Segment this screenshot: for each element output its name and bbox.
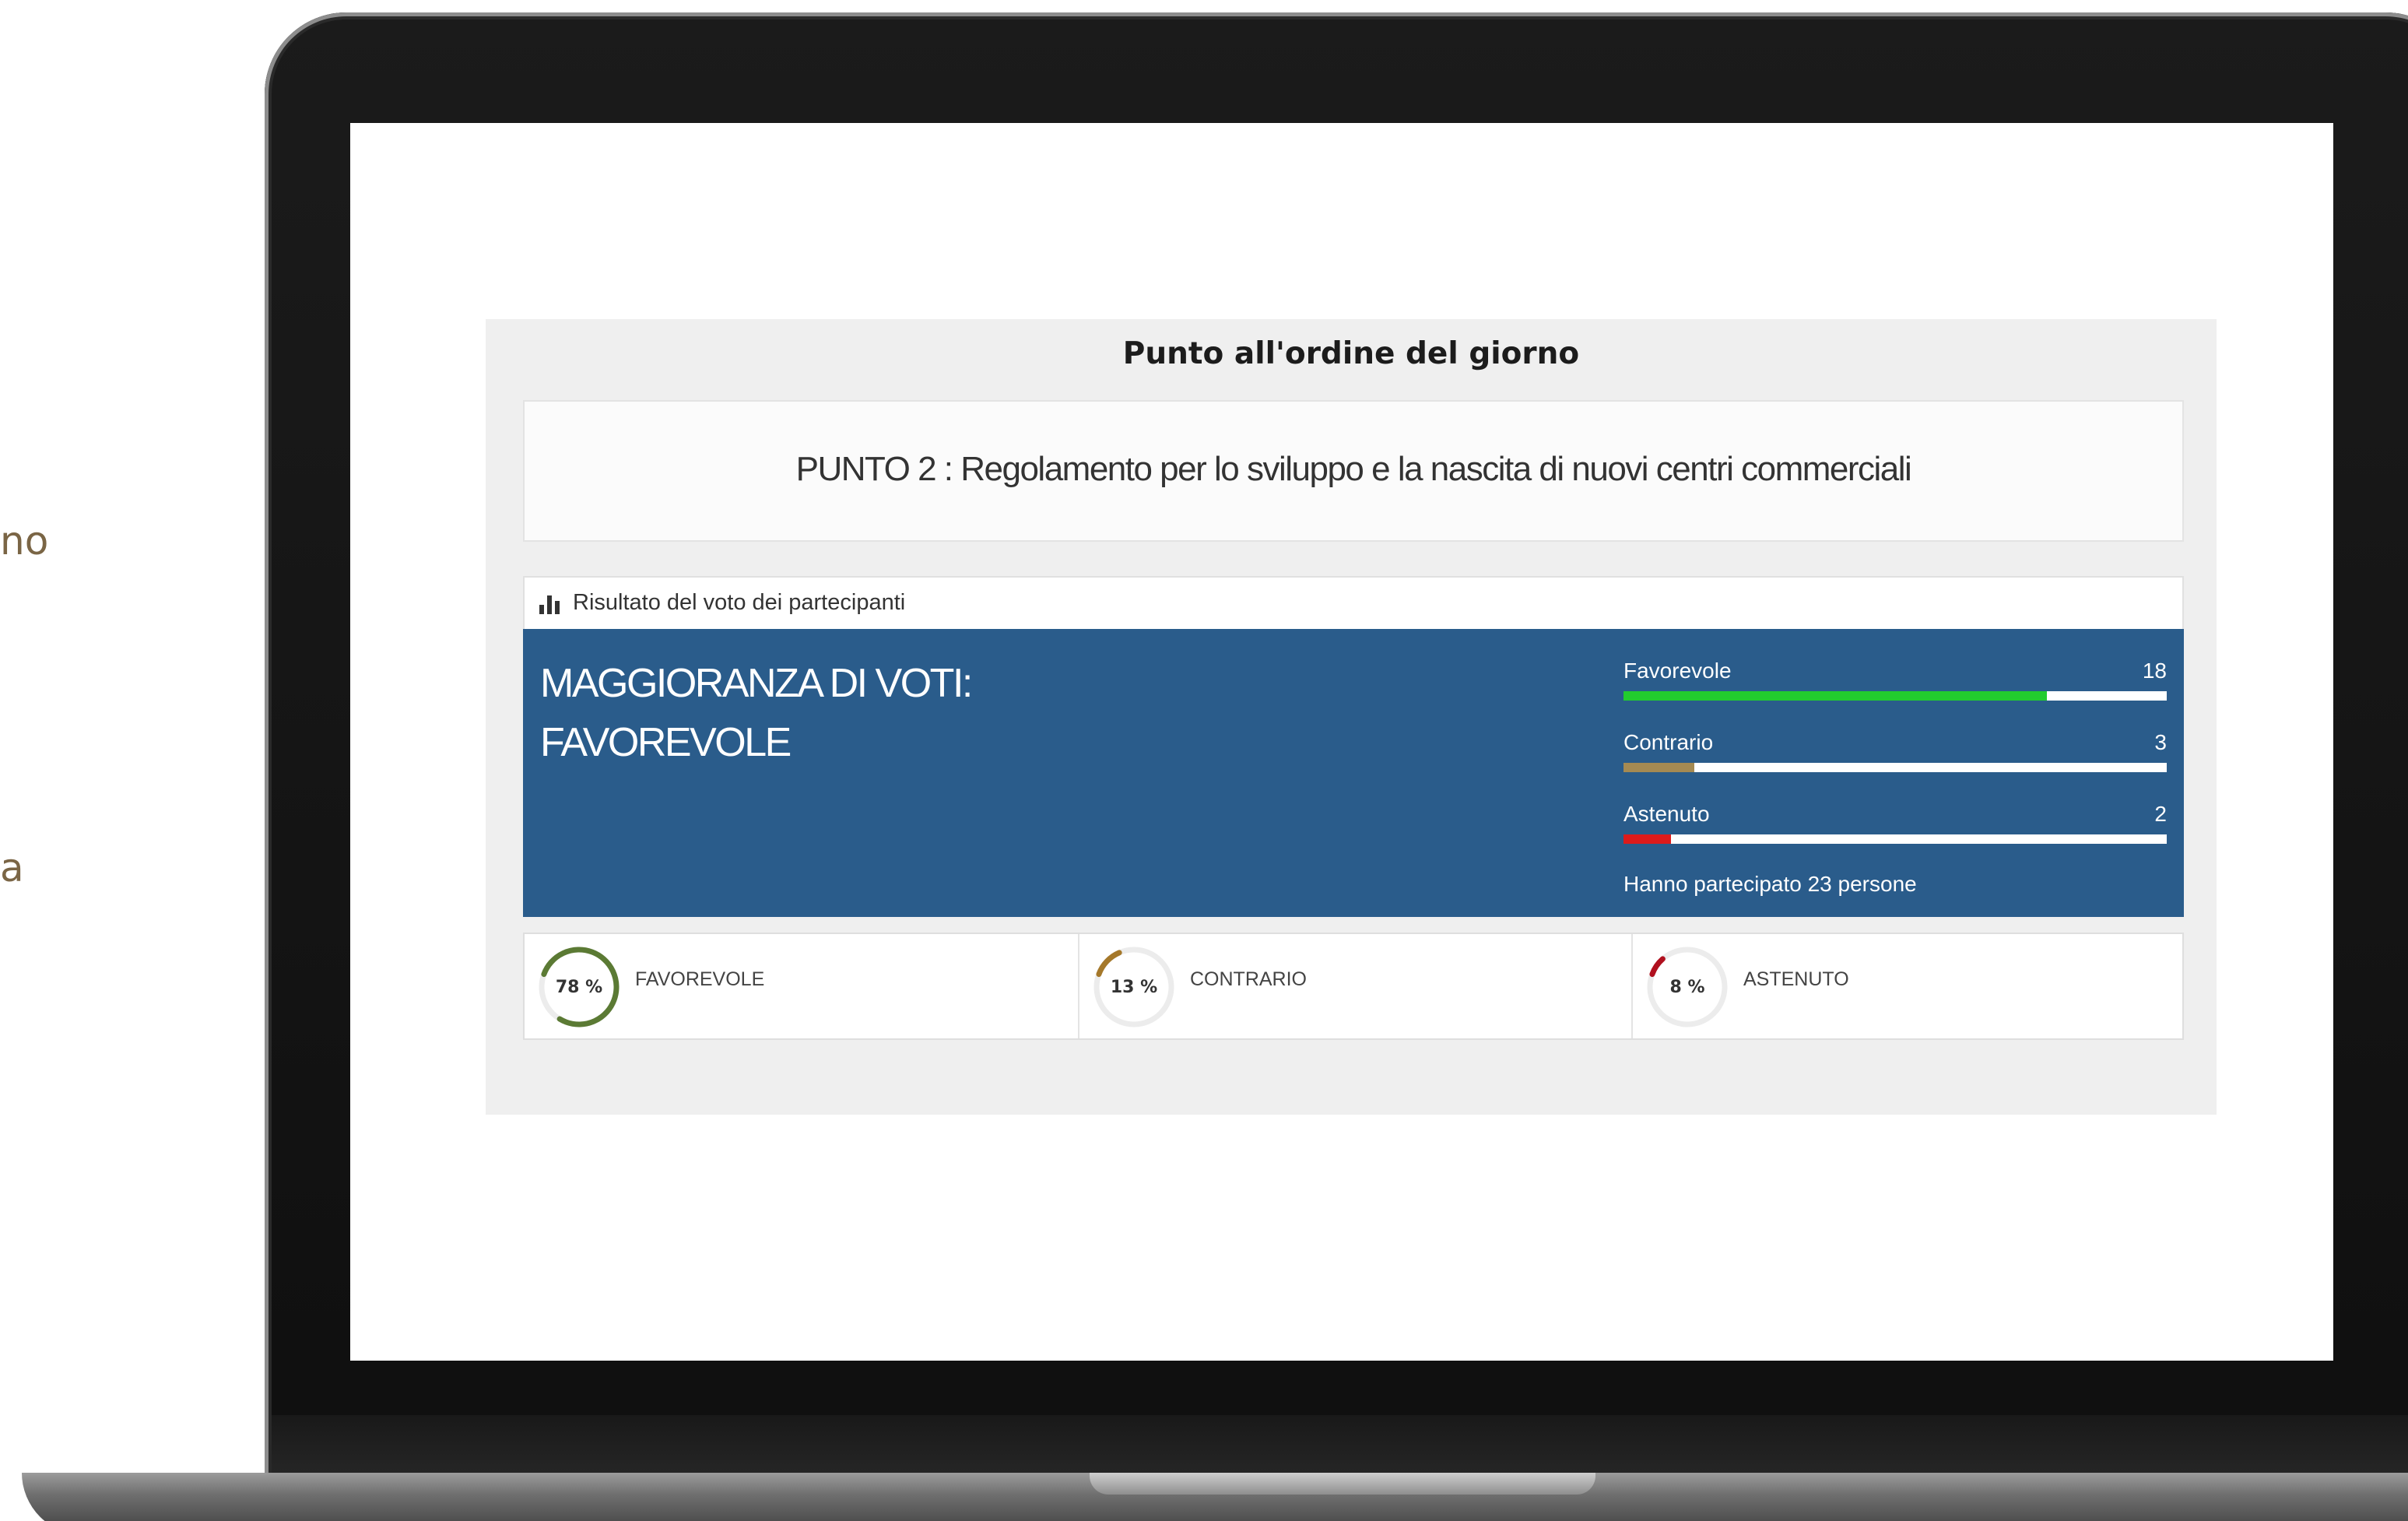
results-header: Risultato del voto dei partecipanti xyxy=(523,576,2184,629)
background-text-line-2: a xyxy=(0,845,24,890)
vote-row-favorevole: Favorevole 18 xyxy=(1623,659,2167,707)
stat-label: ASTENUTO xyxy=(1743,968,1849,990)
stat-percent: 8 % xyxy=(1669,978,1705,997)
stat-cell-favorevole: 78 % FAVOREVOLE xyxy=(525,934,1078,1038)
vote-bar-track xyxy=(1623,834,2167,844)
vote-bar-fill xyxy=(1623,763,1694,772)
vote-bar-fill xyxy=(1623,691,2048,701)
vote-label: Favorevole xyxy=(1623,659,1732,683)
stat-label: CONTRARIO xyxy=(1190,968,1307,990)
vote-label: Contrario xyxy=(1623,730,1714,754)
background-text-line-1: no xyxy=(0,518,49,564)
vote-count: 18 xyxy=(2142,659,2167,683)
participants-count: Hanno partecipato 23 persone xyxy=(1623,872,1917,896)
laptop-screen: Punto all'ordine del giorno PUNTO 2 : Re… xyxy=(350,123,2333,1361)
stat-percent: 13 % xyxy=(1110,978,1158,997)
page-root: no a Punto all'ordine del giorno PUNTO 2… xyxy=(0,0,2408,1521)
results-header-label: Risultato del voto dei partecipanti xyxy=(573,590,906,615)
panel-title: Punto all'ordine del giorno xyxy=(1122,336,1580,371)
agenda-item-box: PUNTO 2 : Regolamento per lo sviluppo e … xyxy=(523,400,2184,542)
agenda-item-text: PUNTO 2 : Regolamento per lo sviluppo e … xyxy=(795,450,1912,488)
vote-bar-track xyxy=(1623,763,2167,772)
laptop-notch xyxy=(1090,1473,1595,1495)
vote-count: 3 xyxy=(2154,730,2167,754)
stat-cell-astenuto: 8 % ASTENUTO xyxy=(1631,934,2185,1038)
vote-bar-track xyxy=(1623,691,2167,701)
stats-row: 78 % FAVOREVOLE 13 % CONTRARIO 8 % ASTEN… xyxy=(523,933,2184,1040)
stat-label: FAVOREVOLE xyxy=(635,968,765,990)
vote-row-astenuto: Astenuto 2 xyxy=(1623,802,2167,850)
vote-bar-fill xyxy=(1623,834,1671,844)
bar-chart-icon xyxy=(539,595,560,614)
majority-result: FAVOREVOLE xyxy=(540,720,792,765)
stat-cell-contrario: 13 % CONTRARIO xyxy=(1078,934,1631,1038)
vote-row-contrario: Contrario 3 xyxy=(1623,730,2167,778)
vote-label: Astenuto xyxy=(1623,802,1710,826)
stat-percent: 78 % xyxy=(555,978,603,997)
results-banner: MAGGIORANZA DI VOTI: FAVOREVOLE Favorevo… xyxy=(523,629,2184,917)
majority-title: MAGGIORANZA DI VOTI: xyxy=(540,661,973,706)
agenda-panel: Punto all'ordine del giorno PUNTO 2 : Re… xyxy=(486,319,2217,1115)
vote-count: 2 xyxy=(2154,802,2167,826)
